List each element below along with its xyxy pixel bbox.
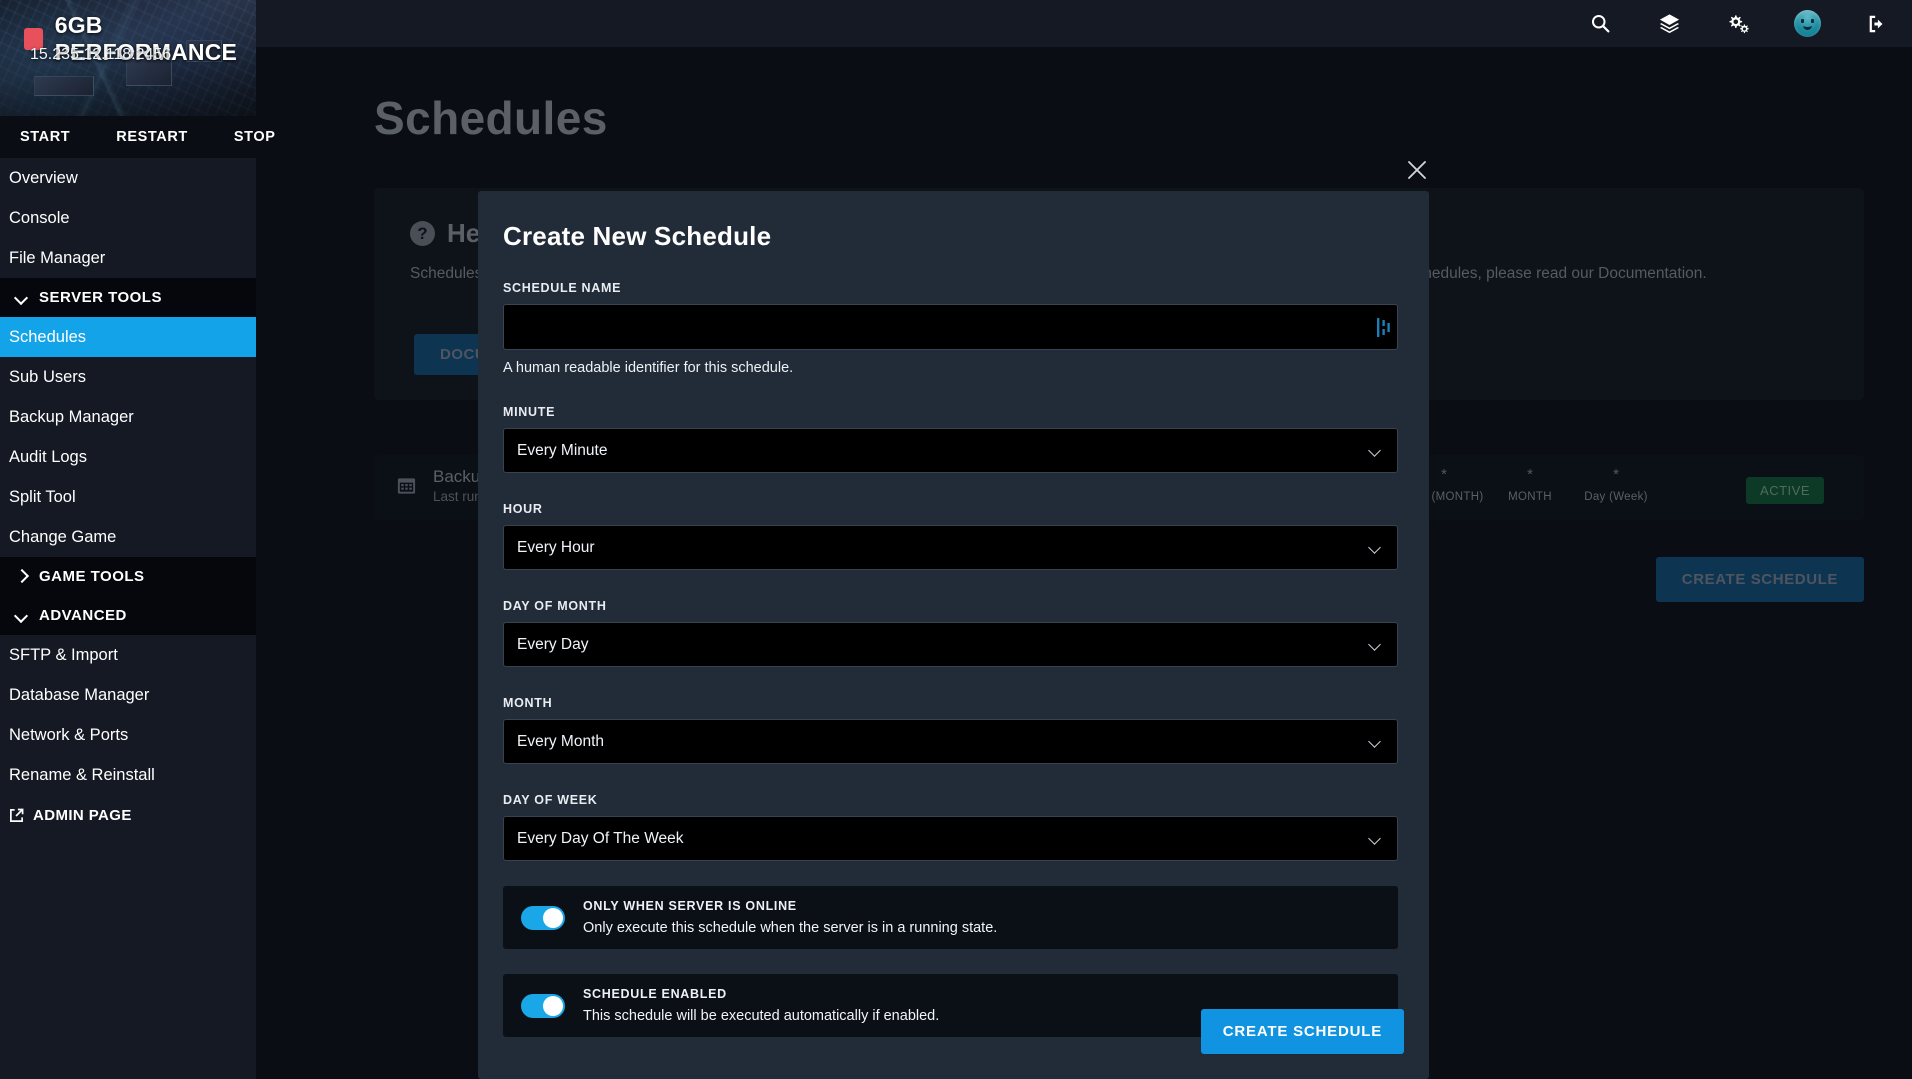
stop-button[interactable]: STOP	[232, 125, 278, 149]
chevron-down-icon	[1370, 834, 1381, 845]
autofill-indicator-icon[interactable]	[1377, 318, 1390, 337]
sidebar-item-sftp-import[interactable]: SFTP & Import	[0, 635, 256, 675]
sidebar-item-sub-users[interactable]: Sub Users	[0, 357, 256, 397]
sidebar-item-overview[interactable]: Overview	[0, 158, 256, 198]
gears-icon[interactable]	[1725, 11, 1751, 37]
sidebar-item-admin-page[interactable]: ADMIN PAGE	[0, 795, 256, 835]
sidebar-group-label: GAME TOOLS	[39, 568, 145, 585]
only-when-online-description: Only execute this schedule when the serv…	[583, 920, 998, 936]
toggle-knob	[543, 907, 563, 928]
external-link-icon	[9, 808, 24, 823]
sidebar-item-change-game[interactable]: Change Game	[0, 517, 256, 557]
sidebar-item-console[interactable]: Console	[0, 198, 256, 238]
page-title: Schedules	[374, 92, 608, 144]
top-bar	[256, 0, 1912, 47]
submit-create-schedule-button[interactable]: CREATE SCHEDULE	[1200, 1009, 1404, 1054]
only-when-online-card: ONLY WHEN SERVER IS ONLINE Only execute …	[503, 886, 1398, 949]
logout-icon[interactable]	[1864, 11, 1890, 37]
chevron-down-icon	[15, 291, 28, 304]
circuit-chip-decoration	[34, 76, 94, 96]
cron-value: *	[1527, 466, 1533, 483]
sidebar-item-file-manager[interactable]: File Manager	[0, 238, 256, 278]
question-mark-icon: ?	[410, 221, 435, 246]
schedule-enabled-label: SCHEDULE ENABLED	[583, 987, 727, 1001]
toggle-knob	[543, 995, 563, 1016]
cron-label: MONTH	[1508, 491, 1552, 503]
month-select[interactable]: Every Month	[503, 719, 1398, 764]
cron-label: Day (Week)	[1584, 491, 1648, 503]
day-of-month-label: DAY OF MONTH	[503, 599, 607, 613]
chevron-down-icon	[1370, 446, 1381, 457]
hour-label: HOUR	[503, 502, 543, 516]
avatar-eye	[1811, 19, 1814, 23]
chevron-down-icon	[1370, 543, 1381, 554]
calendar-icon	[396, 475, 417, 496]
minute-select-value: Every Minute	[517, 441, 608, 459]
avatar[interactable]	[1794, 10, 1821, 37]
server-address: 15.235.12.118:2456	[30, 46, 172, 63]
create-schedule-button[interactable]: CREATE SCHEDULE	[1655, 557, 1864, 602]
sidebar-group-game-tools[interactable]: GAME TOOLS	[0, 557, 256, 596]
start-button[interactable]: START	[18, 125, 72, 149]
modal-title: Create New Schedule	[503, 221, 772, 251]
day-of-week-select[interactable]: Every Day Of The Week	[503, 816, 1398, 861]
schedule-name-helper: A human readable identifier for this sch…	[503, 360, 794, 376]
layers-icon[interactable]	[1656, 11, 1682, 37]
power-controls: START RESTART STOP	[0, 116, 275, 158]
hour-select-value: Every Hour	[517, 538, 595, 556]
sidebar-item-audit-logs[interactable]: Audit Logs	[0, 437, 256, 477]
close-icon[interactable]	[1404, 157, 1430, 183]
modal-footer: CREATE SCHEDULE	[1200, 1009, 1404, 1054]
cron-value: *	[1613, 466, 1619, 483]
sidebar-item-split-tool[interactable]: Split Tool	[0, 477, 256, 517]
sidebar-group-server-tools[interactable]: SERVER TOOLS	[0, 278, 256, 317]
day-of-month-select[interactable]: Every Day	[503, 622, 1398, 667]
cron-column: * MONTH	[1487, 466, 1573, 504]
sidebar-item-label: ADMIN PAGE	[33, 806, 132, 824]
schedule-row-identity: Backup Last run	[396, 467, 490, 504]
chevron-down-icon	[15, 609, 28, 622]
create-schedule-modal: Create New Schedule SCHEDULE NAME A huma…	[478, 191, 1429, 1079]
minute-select[interactable]: Every Minute	[503, 428, 1398, 473]
month-label: MONTH	[503, 696, 553, 710]
day-of-week-select-value: Every Day Of The Week	[517, 829, 684, 847]
day-of-week-label: DAY OF WEEK	[503, 793, 598, 807]
avatar-eye	[1801, 19, 1804, 23]
minute-label: MINUTE	[503, 405, 556, 419]
only-when-online-toggle[interactable]	[521, 905, 565, 930]
restart-button[interactable]: RESTART	[114, 125, 190, 149]
month-select-value: Every Month	[517, 732, 605, 750]
search-icon[interactable]	[1587, 11, 1613, 37]
hour-select[interactable]: Every Hour	[503, 525, 1398, 570]
sidebar-group-advanced[interactable]: ADVANCED	[0, 596, 256, 635]
schedule-enabled-description: This schedule will be executed automatic…	[583, 1008, 940, 1024]
schedule-name-input[interactable]	[503, 304, 1398, 350]
chevron-down-icon	[1370, 640, 1381, 651]
chevron-right-icon	[15, 570, 28, 583]
chevron-down-icon	[1370, 737, 1381, 748]
sidebar-group-label: SERVER TOOLS	[39, 289, 162, 306]
schedule-enabled-toggle[interactable]	[521, 993, 565, 1018]
sidebar-item-network-ports[interactable]: Network & Ports	[0, 715, 256, 755]
cron-column: * Day (Week)	[1573, 466, 1659, 504]
sidebar-item-backup-manager[interactable]: Backup Manager	[0, 397, 256, 437]
avatar-mouth	[1803, 25, 1812, 30]
sidebar: 6GB PERFORMANCE 15.235.12.118:2456 START…	[0, 0, 275, 1079]
sidebar-item-schedules[interactable]: Schedules	[0, 317, 256, 357]
status-badge: ACTIVE	[1746, 477, 1824, 504]
schedule-name-label: SCHEDULE NAME	[503, 281, 622, 295]
only-when-online-label: ONLY WHEN SERVER IS ONLINE	[583, 899, 797, 913]
server-hero-banner: 6GB PERFORMANCE 15.235.12.118:2456	[0, 0, 256, 116]
day-of-month-select-value: Every Day	[517, 635, 589, 653]
sidebar-item-database-manager[interactable]: Database Manager	[0, 675, 256, 715]
sidebar-item-rename-reinstall[interactable]: Rename & Reinstall	[0, 755, 256, 795]
sidebar-group-label: ADVANCED	[39, 607, 127, 624]
